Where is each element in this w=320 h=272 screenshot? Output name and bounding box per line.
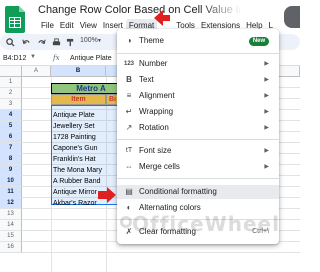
- menu-item-text[interactable]: B Text ▶: [117, 73, 279, 87]
- pointer-arrow-conditional-formatting: [98, 187, 116, 203]
- menu-separator: [117, 178, 279, 179]
- menu-item-wrapping[interactable]: ↵ Wrapping ▶: [117, 105, 279, 119]
- row-header-6[interactable]: 6: [0, 132, 22, 143]
- row-header-13[interactable]: 13: [0, 209, 22, 220]
- search-menus-icon[interactable]: [6, 38, 15, 47]
- item-cell[interactable]: Jewellery Set: [53, 121, 95, 132]
- item-cell[interactable]: The Mona Mary: [53, 165, 102, 176]
- menu-item-theme[interactable]: ◑ Theme New: [117, 34, 279, 48]
- menu-item-alignment[interactable]: ≡ Alignment ▶: [117, 89, 279, 103]
- submenu-arrow-icon: ▶: [264, 61, 269, 67]
- sheets-logo-icon: [5, 6, 25, 33]
- text-wrap-icon: ↵: [125, 107, 133, 116]
- menu-view[interactable]: View: [77, 19, 100, 33]
- redo-icon[interactable]: [37, 38, 46, 47]
- text-rotation-icon: ↗: [125, 123, 133, 132]
- bold-icon: B: [126, 75, 132, 84]
- align-left-icon: ≡: [126, 91, 132, 100]
- menu-item-label: Alignment: [139, 91, 175, 100]
- row-header-14[interactable]: 14: [0, 220, 22, 231]
- menu-item-label: Rotation: [139, 123, 169, 132]
- watermark-logo: [120, 216, 132, 228]
- submenu-arrow-icon: ▶: [264, 93, 269, 99]
- row-header-7[interactable]: 7: [0, 143, 22, 154]
- name-box[interactable]: B4:D12: [3, 55, 26, 62]
- menu-separator: [117, 139, 279, 140]
- paint-roller-icon: ▤: [125, 187, 133, 196]
- menu-item-label: Merge cells: [139, 162, 180, 171]
- row-header-2[interactable]: 2: [0, 88, 22, 99]
- menu-item-label: Theme: [139, 36, 164, 45]
- item-cell[interactable]: Franklin's Hat: [53, 154, 96, 165]
- paint-format-icon[interactable]: [66, 38, 75, 47]
- item-cell[interactable]: Antique Plate: [53, 110, 95, 121]
- menu-item-label: Conditional formatting: [139, 187, 217, 196]
- row-header-1[interactable]: 1: [0, 77, 22, 88]
- merge-cells-icon: ⇔: [125, 162, 133, 171]
- row-header-4[interactable]: 4: [0, 110, 22, 121]
- row-header-9[interactable]: 9: [0, 165, 22, 176]
- formula-input[interactable]: Antique Plate: [70, 55, 112, 62]
- row-header-8[interactable]: 8: [0, 154, 22, 165]
- zoom-select[interactable]: 100%: [80, 37, 98, 44]
- menu-item-label: Wrapping: [139, 107, 174, 116]
- column-header-b[interactable]: B: [51, 66, 106, 77]
- item-cell[interactable]: Antique Mirror: [53, 187, 97, 198]
- menu-edit[interactable]: Edit: [57, 19, 77, 33]
- print-icon[interactable]: [52, 38, 61, 47]
- row-header-15[interactable]: 15: [0, 231, 22, 242]
- menu-item-conditional-formatting[interactable]: ▤ Conditional formatting: [117, 185, 279, 199]
- menu-item-number[interactable]: 123 Number ▶: [117, 57, 279, 71]
- zoom-chevron-icon: ▼: [97, 38, 102, 44]
- new-badge: New: [249, 37, 269, 46]
- row-header-10[interactable]: 10: [0, 176, 22, 187]
- row-header-16[interactable]: 16: [0, 242, 22, 253]
- item-cell[interactable]: A Rubber Band: [53, 176, 100, 187]
- pointer-arrow-format: [154, 10, 170, 26]
- select-all-corner[interactable]: [0, 66, 22, 77]
- number-format-icon: 123: [124, 61, 135, 67]
- font-size-icon: tT: [125, 147, 133, 154]
- menu-item-font-size[interactable]: tT Font size ▶: [117, 144, 279, 158]
- row-header-12[interactable]: 12: [0, 198, 22, 209]
- item-cell[interactable]: Capone's Gun: [53, 143, 98, 154]
- menu-item-label: Font size: [139, 146, 172, 155]
- row-header-11[interactable]: 11: [0, 187, 22, 198]
- row-header-5[interactable]: 5: [0, 121, 22, 132]
- menu-file[interactable]: File: [38, 19, 57, 33]
- submenu-arrow-icon: ▶: [264, 148, 269, 154]
- title-fade: [200, 2, 270, 18]
- menu-item-merge-cells[interactable]: ⇔ Merge cells ▶: [117, 160, 279, 174]
- menu-item-label: Text: [139, 75, 154, 84]
- fx-icon: fx: [53, 54, 60, 62]
- submenu-arrow-icon: ▶: [264, 109, 269, 115]
- row-divider: [22, 252, 300, 253]
- watermark-text: OfficeWheel: [132, 212, 280, 236]
- item-header-cell[interactable]: Item: [51, 94, 106, 105]
- column-header-a[interactable]: A: [22, 66, 51, 77]
- undo-icon[interactable]: [22, 38, 31, 47]
- menu-item-rotation[interactable]: ↗ Rotation ▶: [117, 121, 279, 135]
- item-cell[interactable]: 1728 Painting: [53, 132, 96, 143]
- palette-icon: ◑: [126, 36, 132, 45]
- menu-item-label: Number: [139, 59, 168, 68]
- submenu-arrow-icon: ▶: [264, 125, 269, 131]
- submenu-arrow-icon: ▶: [264, 164, 269, 170]
- menu-separator: [117, 53, 279, 54]
- item-cell[interactable]: Akbar's Razor: [53, 198, 97, 209]
- submenu-arrow-icon: ▶: [264, 77, 269, 83]
- row-header-3[interactable]: 3: [0, 99, 22, 110]
- name-box-chevron-icon[interactable]: ▼: [30, 54, 36, 60]
- avatar[interactable]: [284, 6, 300, 28]
